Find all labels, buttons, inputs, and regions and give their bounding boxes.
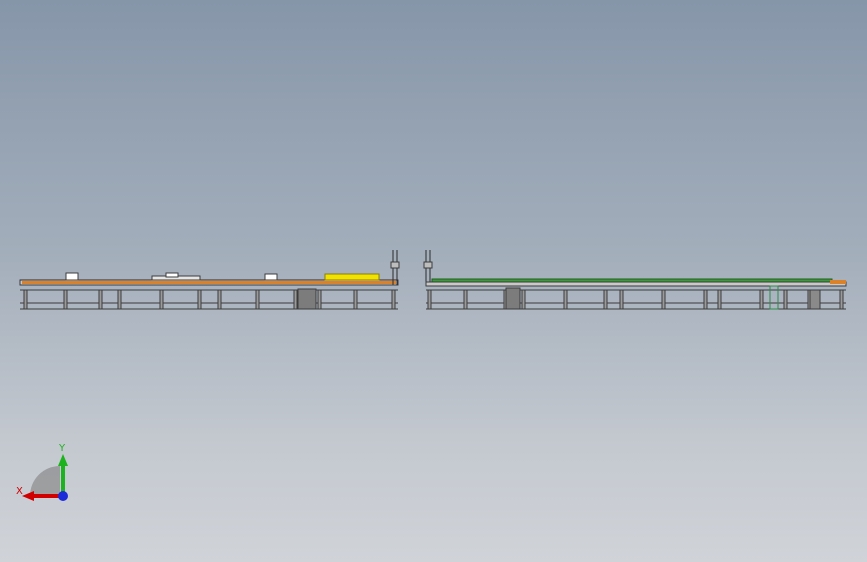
x-axis-label: X [16, 486, 23, 497]
left-roller-strip [22, 281, 396, 284]
right-conveyor-assembly[interactable] [423, 250, 847, 310]
left-yellow-carriage [324, 273, 380, 281]
right-top-rail [425, 281, 847, 287]
y-axis-arrowhead [58, 454, 68, 466]
left-fixture-1 [65, 272, 79, 281]
left-conveyor-assembly[interactable] [19, 250, 400, 310]
right-green-guide [769, 285, 779, 310]
left-fixture-4 [264, 273, 278, 281]
right-drive-unit [505, 287, 521, 310]
cad-model-view[interactable] [0, 0, 867, 562]
z-axis-dot [58, 491, 68, 501]
x-axis-arrowhead [22, 491, 34, 501]
triad-plane-shading [30, 466, 60, 496]
y-axis-label: Y [59, 443, 66, 454]
left-fixture-3 [165, 272, 179, 278]
right-roller-end [830, 280, 846, 284]
graphics-viewport[interactable]: Y X [0, 0, 867, 562]
left-drive-unit [297, 288, 317, 310]
right-legs [427, 289, 844, 310]
left-legs [23, 289, 396, 310]
reference-triad [22, 454, 68, 501]
